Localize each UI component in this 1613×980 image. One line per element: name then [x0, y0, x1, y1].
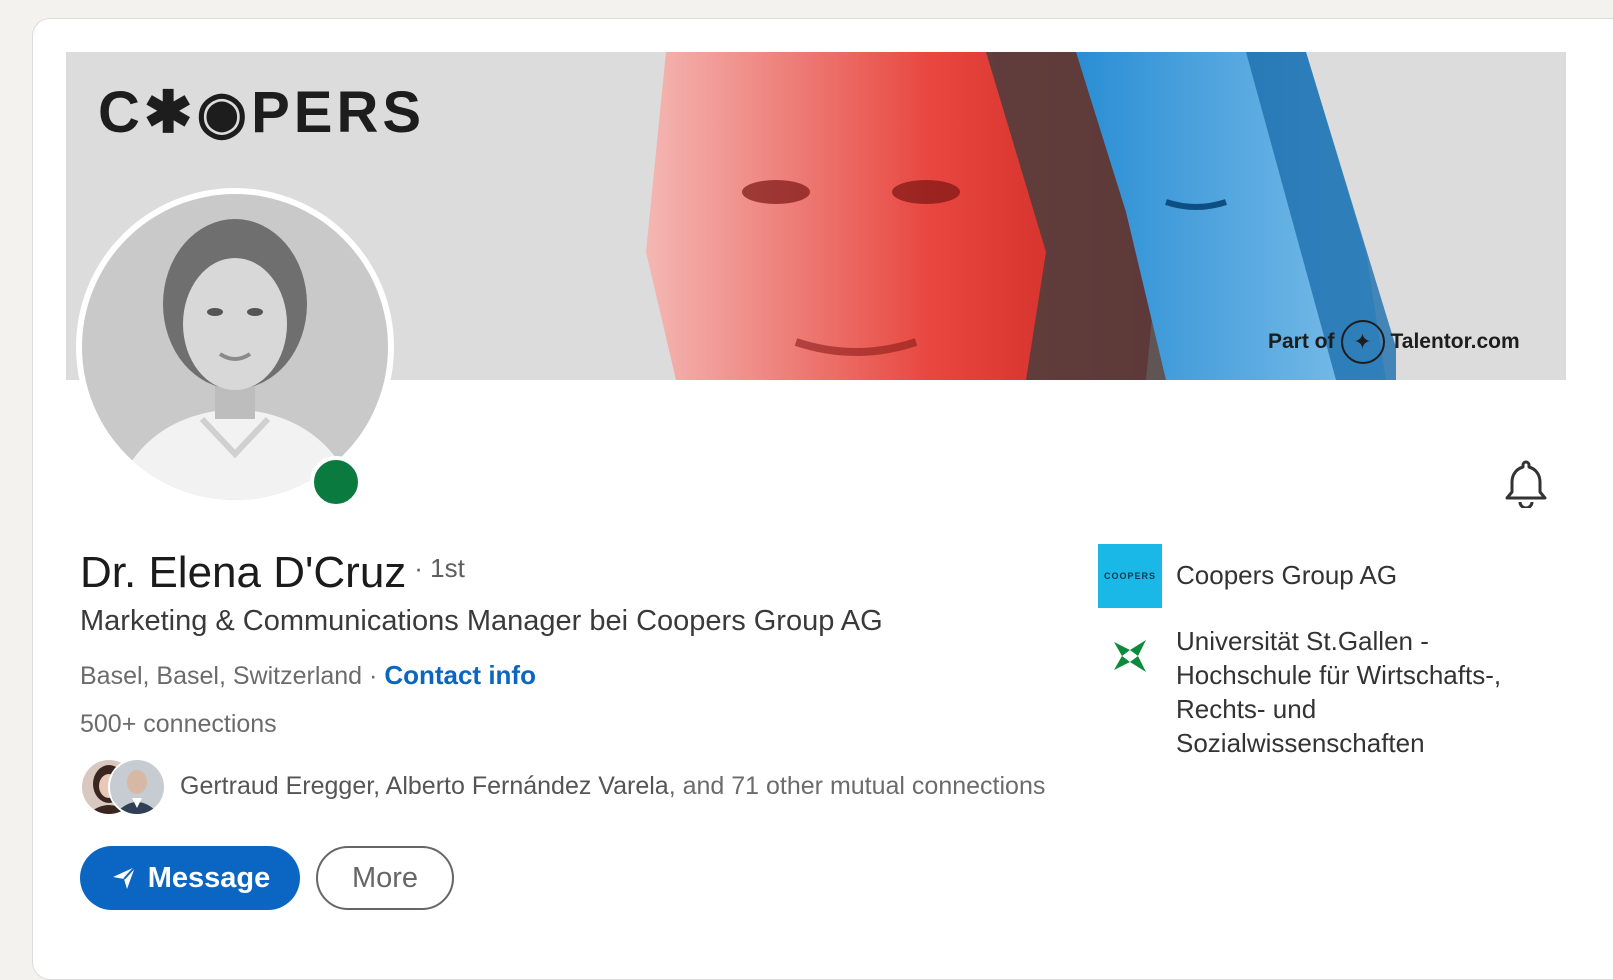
partner-prefix: Part of — [1268, 330, 1335, 353]
location-separator: · — [362, 662, 385, 690]
more-button[interactable]: More — [316, 846, 454, 910]
company-logo-text: COOPERS — [1103, 571, 1156, 581]
online-status-indicator — [310, 456, 362, 508]
profile-avatar[interactable] — [82, 194, 388, 500]
current-company[interactable]: COOPERS Coopers Group AG — [1098, 544, 1536, 608]
university-logo — [1098, 624, 1162, 688]
school-name: Universität St.Gallen - Hochschule für W… — [1176, 626, 1502, 758]
profile-headline: Marketing & Communications Manager bei C… — [80, 605, 883, 637]
contact-info-link[interactable]: Contact info — [384, 660, 536, 690]
coopers-banner-logo: C✱◉PERS — [98, 80, 426, 145]
location-row: Basel, Basel, Switzerland · Contact info — [80, 660, 536, 691]
mutual-avatar — [108, 758, 166, 816]
mutual-suffix: , and 71 other mutual connections — [668, 771, 1046, 800]
talentor-partner-badge: Part of ✦ Talentor.com — [1268, 320, 1520, 364]
name-row: Dr. Elena D'Cruz · 1st — [80, 548, 465, 598]
connection-degree: · 1st — [414, 553, 465, 583]
mutual-avatars — [80, 758, 166, 816]
bell-icon[interactable] — [1502, 458, 1550, 508]
send-icon — [112, 866, 136, 889]
profile-location: Basel, Basel, Switzerland — [80, 662, 363, 690]
education-school[interactable]: Universität St.Gallen - Hochschule für W… — [1098, 624, 1536, 760]
company-name: Coopers Group AG — [1176, 560, 1398, 590]
profile-name: Dr. Elena D'Cruz — [80, 548, 407, 597]
coopers-company-logo: COOPERS — [1098, 544, 1162, 608]
message-button-label: Message — [147, 861, 271, 894]
avatar-photo — [82, 194, 388, 500]
mutual-names: Gertraud Eregger, Alberto Fernández Vare… — [180, 771, 669, 800]
compass-star-icon: ✦ — [1340, 320, 1385, 364]
connections-count[interactable]: 500+ connections — [80, 710, 277, 739]
message-button[interactable]: Message — [80, 846, 300, 910]
mutual-connections[interactable]: Gertraud Eregger, Alberto Fernández Vare… — [80, 758, 1045, 816]
partner-name: Talentor.com — [1390, 330, 1520, 353]
mutual-connections-text[interactable]: Gertraud Eregger, Alberto Fernández Vare… — [180, 772, 1045, 801]
